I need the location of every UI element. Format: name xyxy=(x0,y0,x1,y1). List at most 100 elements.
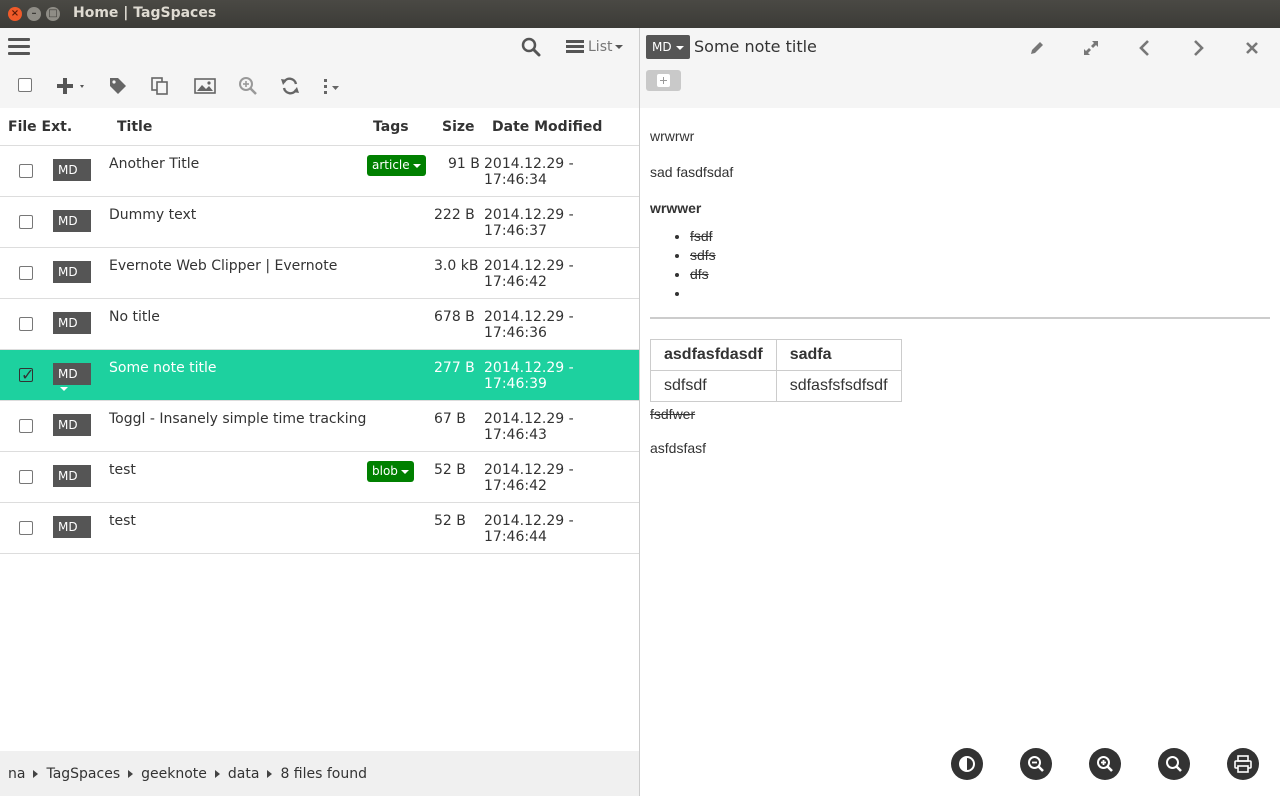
file-ext-badge[interactable]: MD xyxy=(53,414,91,442)
menu-icon[interactable] xyxy=(8,38,30,56)
viewer-pane: MD Some note title wrwrwr sad fasdfsdaf … xyxy=(640,28,1280,796)
table-row[interactable]: MD test blob 52 B 2014.12.29 - 17:46:42 xyxy=(0,452,639,503)
file-date: 2014.12.29 - 17:46:42 xyxy=(484,462,574,494)
file-count: 8 files found xyxy=(280,766,367,782)
table-row[interactable]: MD Toggl - Insanely simple time tracking… xyxy=(0,401,639,452)
window-maximize-button[interactable]: □ xyxy=(46,7,60,21)
file-ext-badge[interactable]: MD xyxy=(53,210,91,238)
list-icon xyxy=(566,38,584,55)
file-ext-badge[interactable]: MD xyxy=(53,465,91,493)
zoom-reset-icon[interactable] xyxy=(1158,748,1190,780)
table-row-selected[interactable]: ✓ MD Some note title 277 B 2014.12.29 - … xyxy=(0,350,639,401)
previous-icon[interactable] xyxy=(1137,39,1153,61)
file-title: test xyxy=(109,513,136,529)
close-icon[interactable] xyxy=(1244,39,1260,61)
tag-badge[interactable]: article xyxy=(367,155,426,176)
file-size: 52 B xyxy=(434,462,466,478)
row-checkbox[interactable] xyxy=(19,164,33,178)
print-icon[interactable] xyxy=(1227,748,1259,780)
file-ext-badge[interactable]: MD xyxy=(53,363,91,391)
next-icon[interactable] xyxy=(1190,39,1206,61)
table-row[interactable]: MD Dummy text 222 B 2014.12.29 - 17:46:3… xyxy=(0,197,639,248)
window-close-button[interactable]: × xyxy=(8,7,22,21)
table-cell: sdfsdf xyxy=(650,370,777,402)
list-item: sdfs xyxy=(690,247,1270,263)
file-date: 2014.12.29 - 17:46:37 xyxy=(484,207,574,239)
file-ext-badge[interactable]: MD xyxy=(53,516,91,544)
file-date: 2014.12.29 - 17:46:44 xyxy=(484,513,574,545)
paragraph: sad fasdfsdaf xyxy=(650,164,734,180)
row-checkbox[interactable] xyxy=(19,266,33,280)
tag-badge[interactable]: blob xyxy=(367,461,414,482)
paragraph: asfdsfasf xyxy=(650,440,707,456)
tag-icon[interactable] xyxy=(108,76,128,98)
table-cell: sdfasfsfsdfsdf xyxy=(775,370,902,402)
viewer-ext-badge[interactable]: MD xyxy=(646,35,690,59)
row-checkbox[interactable] xyxy=(19,470,33,484)
viewer-toolbar: MD Some note title xyxy=(640,28,1280,108)
file-title: test xyxy=(109,462,136,478)
file-ext-badge[interactable]: MD xyxy=(53,159,91,187)
table-row[interactable]: MD test 52 B 2014.12.29 - 17:46:44 xyxy=(0,503,639,554)
fullscreen-icon[interactable] xyxy=(1082,39,1100,61)
file-title: Toggl - Insanely simple time tracking xyxy=(109,411,367,427)
col-tags[interactable]: Tags xyxy=(373,119,409,135)
zoom-in-icon[interactable] xyxy=(1089,748,1121,780)
row-checkbox[interactable] xyxy=(19,215,33,229)
add-file-button[interactable] xyxy=(56,76,88,98)
view-mode-dropdown[interactable]: List xyxy=(566,38,624,55)
col-size[interactable]: Size xyxy=(442,119,475,135)
file-list-toolbar: List xyxy=(0,28,639,108)
copy-move-icon[interactable] xyxy=(150,76,170,98)
file-title: Dummy text xyxy=(109,207,197,223)
status-bar: na TagSpaces geeknote data 8 files found xyxy=(0,751,639,796)
table-header-cell: asdfasfdasdf xyxy=(650,339,777,371)
chevron-right-icon xyxy=(33,770,39,778)
breadcrumb-item[interactable]: na xyxy=(8,766,25,782)
search-icon[interactable] xyxy=(521,37,541,61)
file-title: Evernote Web Clipper | Evernote xyxy=(109,258,338,274)
edit-icon[interactable] xyxy=(1028,39,1046,61)
image-icon[interactable] xyxy=(194,76,216,98)
file-table-body: MD Another Title article 91 B 2014.12.29… xyxy=(0,146,639,554)
breadcrumb-item[interactable]: TagSpaces xyxy=(46,766,120,782)
document-title: Some note title xyxy=(694,37,817,56)
more-options-icon[interactable] xyxy=(322,76,342,98)
zoom-in-icon[interactable] xyxy=(238,76,258,98)
add-tag-button[interactable] xyxy=(646,70,681,91)
window-title: Home | TagSpaces xyxy=(73,5,217,21)
file-title: Some note title xyxy=(109,360,217,376)
table-row[interactable]: MD No title 678 B 2014.12.29 - 17:46:36 xyxy=(0,299,639,350)
content-table: asdfasfdasdf sadfa sdfsdf sdfasfsfsdfsdf xyxy=(650,339,902,402)
breadcrumb-item[interactable]: geeknote xyxy=(141,766,207,782)
col-title[interactable]: Title xyxy=(117,119,152,135)
list-item: fsdf xyxy=(690,228,1270,244)
row-checkbox-checked[interactable]: ✓ xyxy=(19,365,34,384)
window-minimize-button[interactable]: – xyxy=(27,7,41,21)
breadcrumb-item[interactable]: data xyxy=(228,766,260,782)
file-size: 91 B xyxy=(448,156,480,172)
refresh-icon[interactable] xyxy=(280,76,300,98)
breadcrumb: na TagSpaces geeknote data 8 files found xyxy=(8,766,367,782)
col-date[interactable]: Date Modified xyxy=(492,119,602,135)
plus-icon xyxy=(657,74,670,87)
file-ext-badge[interactable]: MD xyxy=(53,261,91,289)
row-checkbox[interactable] xyxy=(19,317,33,331)
table-row[interactable]: MD Evernote Web Clipper | Evernote 3.0 k… xyxy=(0,248,639,299)
col-ext[interactable]: File Ext. xyxy=(8,119,72,135)
row-checkbox[interactable] xyxy=(19,521,33,535)
table-row[interactable]: MD Another Title article 91 B 2014.12.29… xyxy=(0,146,639,197)
paragraph: fsdfwer xyxy=(650,406,696,422)
select-all-checkbox[interactable] xyxy=(18,78,32,100)
zoom-out-icon[interactable] xyxy=(1020,748,1052,780)
paragraph: wrwrwr xyxy=(650,128,695,144)
file-size: 222 B xyxy=(434,207,475,223)
contrast-icon[interactable] xyxy=(951,748,983,780)
file-size: 277 B xyxy=(434,360,475,376)
file-date: 2014.12.29 - 17:46:42 xyxy=(484,258,574,290)
file-date: 2014.12.29 - 17:46:34 xyxy=(484,156,574,188)
file-ext-badge[interactable]: MD xyxy=(53,312,91,340)
row-checkbox[interactable] xyxy=(19,419,33,433)
file-date: 2014.12.29 - 17:46:39 xyxy=(484,360,574,392)
file-size: 52 B xyxy=(434,513,466,529)
